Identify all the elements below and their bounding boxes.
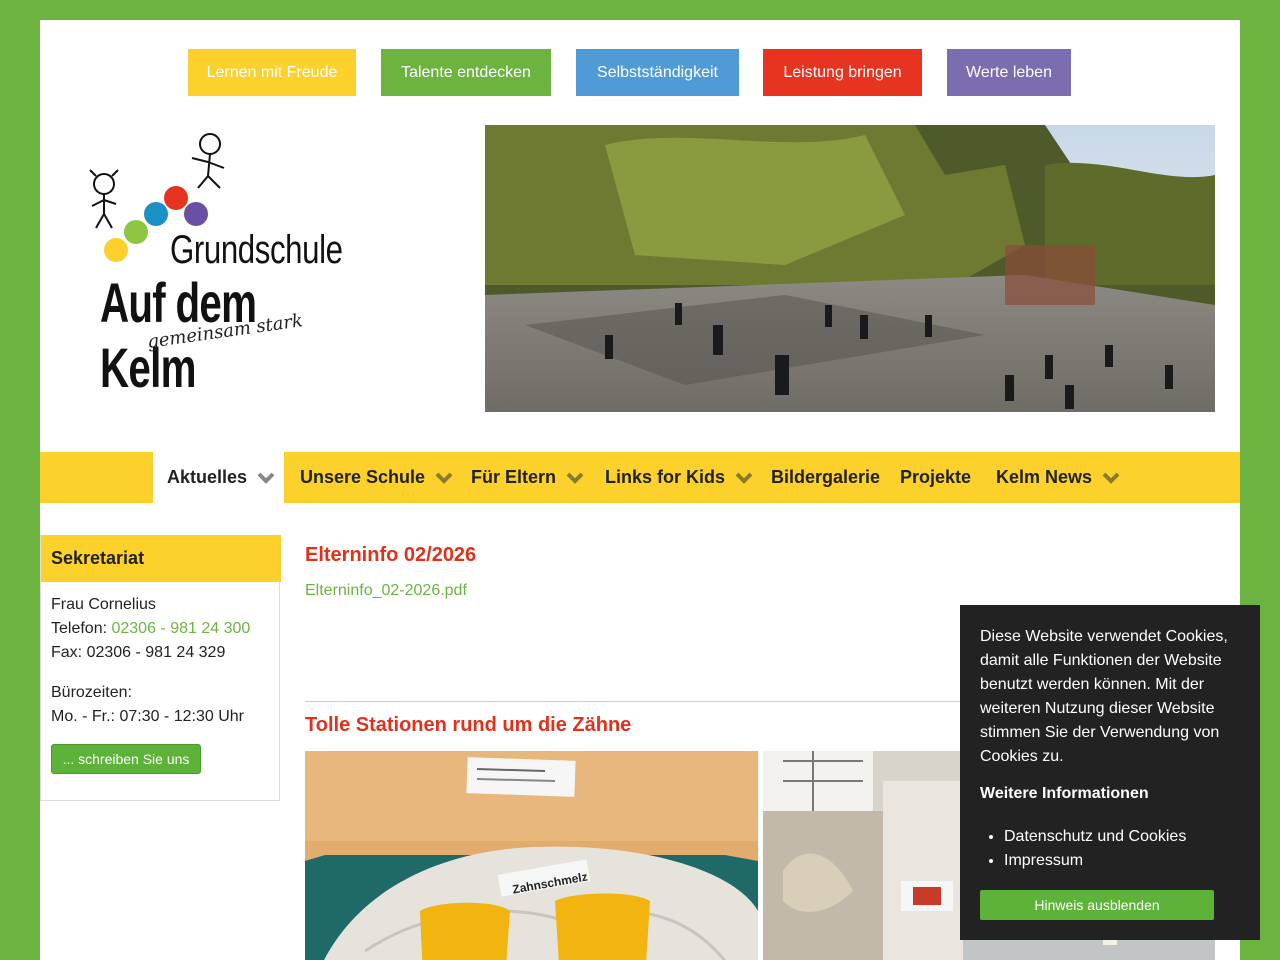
- pill-werte[interactable]: Werte leben: [947, 49, 1071, 96]
- nav-item-unsere-schule[interactable]: Unsere Schule: [300, 452, 453, 503]
- chevron-down-icon: [566, 472, 584, 484]
- cookie-notice: Diese Website verwendet Cookies, damit a…: [960, 605, 1260, 940]
- pill-leistung[interactable]: Leistung bringen: [763, 49, 922, 96]
- nav-item-projekte[interactable]: Projekte: [900, 452, 971, 503]
- nav-label: Links for Kids: [605, 467, 726, 487]
- sidebar-title: Sekretariat: [41, 535, 281, 582]
- post-photo-1[interactable]: Zahnschmelz: [305, 751, 758, 960]
- contact-fax: Fax: 02306 - 981 24 329: [51, 644, 226, 661]
- cookie-text: Diese Website verwendet Cookies, damit a…: [980, 628, 1228, 765]
- cookie-dismiss-button[interactable]: Hinweis ausblenden: [980, 890, 1214, 920]
- nav-item-aktuelles[interactable]: Aktuelles: [153, 452, 284, 503]
- nav-label: Kelm News: [996, 467, 1093, 487]
- cookie-links: Datenschutz und Cookies Impressum: [1004, 825, 1186, 873]
- logo-line1: Grundschule: [170, 228, 343, 272]
- post-title[interactable]: Tolle Stationen rund um die Zähne: [305, 714, 631, 737]
- contact-button[interactable]: ... schreiben Sie uns: [51, 744, 201, 774]
- nav-label: Unsere Schule: [300, 467, 426, 487]
- cookie-link-datenschutz[interactable]: Datenschutz und Cookies: [1004, 825, 1186, 849]
- hours-label: Bürozeiten:: [51, 684, 132, 701]
- cookie-more-heading: Weitere Informationen: [980, 785, 1149, 802]
- contact-name: Frau Cornelius: [51, 596, 156, 613]
- pill-lernen[interactable]: Lernen mit Freude: [188, 49, 356, 96]
- nav-item-bildergalerie[interactable]: Bildergalerie: [771, 452, 880, 503]
- chevron-down-icon: [435, 472, 453, 484]
- post-title[interactable]: Elterninfo 02/2026: [305, 544, 476, 567]
- hero-image: [485, 125, 1215, 412]
- nav-label: Bildergalerie: [771, 467, 881, 487]
- chevron-down-icon: [1102, 472, 1120, 484]
- pill-selbststaendigkeit[interactable]: Selbstständigkeit: [576, 49, 739, 96]
- value-pills: Lernen mit Freude Talente entdecken Selb…: [40, 49, 1240, 96]
- nav-item-kelm-news[interactable]: Kelm News: [996, 452, 1120, 503]
- sidebar-contact: Frau Cornelius Telefon: 02306 - 981 24 3…: [51, 593, 250, 729]
- chevron-down-icon: [257, 472, 275, 484]
- nav-label: Aktuelles: [167, 467, 248, 487]
- post-attachment-link[interactable]: Elterninfo_02-2026.pdf: [305, 582, 467, 600]
- cookie-link-impressum[interactable]: Impressum: [1004, 849, 1186, 873]
- pill-talente[interactable]: Talente entdecken: [381, 49, 551, 96]
- nav-label: Projekte: [900, 467, 972, 487]
- nav-label: Für Eltern: [471, 467, 557, 487]
- main-nav: Aktuelles Unsere Schule Für Eltern Links…: [40, 452, 1240, 503]
- sidebar-sekretariat: Sekretariat Frau Cornelius Telefon: 0230…: [40, 535, 281, 801]
- nav-item-links-for-kids[interactable]: Links for Kids: [605, 452, 753, 503]
- school-logo[interactable]: Grundschule Auf dem Kelm gemeinsam stark: [88, 132, 348, 399]
- contact-phone-row: Telefon: 02306 - 981 24 300: [51, 617, 250, 641]
- phone-label: Telefon:: [51, 620, 112, 637]
- phone-link[interactable]: 02306 - 981 24 300: [111, 620, 250, 637]
- chevron-down-icon: [735, 472, 753, 484]
- nav-item-fuer-eltern[interactable]: Für Eltern: [471, 452, 584, 503]
- hours-value: Mo. - Fr.: 07:30 - 12:30 Uhr: [51, 708, 244, 725]
